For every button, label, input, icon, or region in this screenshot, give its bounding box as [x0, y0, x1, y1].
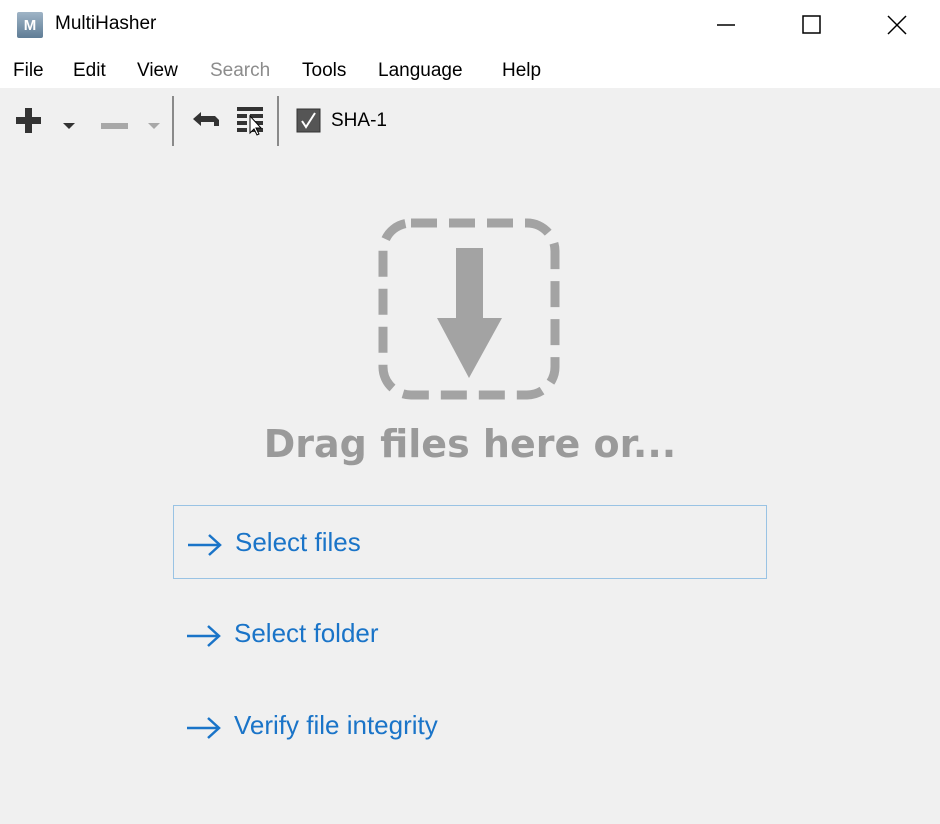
- maximize-button[interactable]: [783, 0, 839, 50]
- columns-icon: [237, 107, 263, 136]
- dropzone[interactable]: [378, 218, 562, 406]
- add-button[interactable]: [14, 106, 44, 140]
- menu-bar: File Edit View Search Tools Language Hel…: [0, 50, 940, 88]
- remove-dropdown-button[interactable]: [147, 116, 161, 135]
- arrow-right-icon: [187, 625, 221, 647]
- toolbar-separator: [277, 96, 279, 146]
- menu-language[interactable]: Language: [378, 60, 463, 82]
- verify-integrity-label: Verify file integrity: [234, 710, 438, 740]
- checkbox-checked-icon: [296, 108, 321, 133]
- arrow-right-icon: [187, 717, 221, 739]
- close-button[interactable]: [869, 0, 925, 50]
- sha1-checkbox[interactable]: [296, 108, 322, 138]
- menu-view[interactable]: View: [137, 60, 178, 82]
- sha1-label[interactable]: SHA-1: [331, 110, 387, 132]
- back-button[interactable]: [191, 110, 223, 134]
- select-folder-button[interactable]: Select folder: [173, 597, 767, 671]
- plus-icon: [16, 108, 41, 133]
- minimize-button[interactable]: [698, 0, 754, 50]
- toolbar: SHA-1: [0, 88, 940, 152]
- window-title: MultiHasher: [55, 13, 157, 34]
- select-folder-label: Select folder: [234, 618, 379, 648]
- select-files-button[interactable]: Select files: [173, 505, 767, 579]
- caret-down-icon: [148, 123, 160, 129]
- menu-edit[interactable]: Edit: [73, 60, 106, 82]
- title-bar: M MultiHasher: [0, 0, 940, 50]
- remove-button[interactable]: [100, 116, 130, 135]
- select-files-label: Select files: [235, 527, 361, 557]
- menu-search[interactable]: Search: [210, 60, 270, 82]
- menu-help[interactable]: Help: [502, 60, 541, 82]
- dropzone-text: Drag files here or...: [263, 422, 677, 466]
- caret-down-icon: [63, 123, 75, 129]
- arrow-right-icon: [188, 534, 222, 556]
- menu-file[interactable]: File: [13, 60, 44, 82]
- download-arrow-icon: [378, 218, 560, 400]
- toolbar-separator: [172, 96, 174, 146]
- back-arrow-icon: [193, 112, 219, 126]
- verify-integrity-button[interactable]: Verify file integrity: [173, 689, 767, 763]
- maximize-icon: [802, 15, 821, 34]
- add-dropdown-button[interactable]: [62, 116, 76, 135]
- close-icon: [887, 15, 907, 35]
- minimize-icon: [717, 24, 735, 26]
- app-icon: M: [17, 12, 43, 38]
- columns-button[interactable]: [236, 105, 268, 141]
- menu-tools[interactable]: Tools: [302, 60, 346, 82]
- minus-icon: [101, 123, 128, 129]
